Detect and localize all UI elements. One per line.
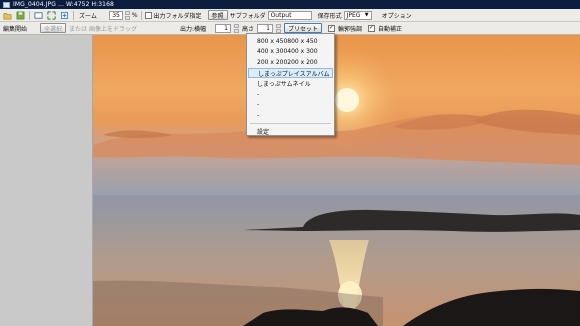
preset-item-empty-1[interactable]: -	[247, 89, 334, 100]
title-bar: IMG_0404.JPG ... W:4752 H:3168	[0, 0, 580, 9]
sharpen-checkbox[interactable]: ✓	[328, 24, 336, 32]
preset-item-thumbnail[interactable]: しまっぷサムネイル	[247, 78, 334, 89]
subfolder-input[interactable]: Output	[267, 10, 312, 20]
output-folder-checkbox-label: 出力フォルダ指定	[153, 12, 202, 20]
zoom-input[interactable]: 35	[108, 10, 123, 20]
sharpen-label: 輪郭強調	[338, 25, 363, 33]
output-folder-checkbox[interactable]	[144, 11, 152, 19]
save-format-value: JPEG	[346, 11, 361, 19]
save-format-label: 保存形式	[317, 12, 342, 20]
toolbar-separator	[140, 10, 142, 20]
auto-correct-label: 自動補正	[378, 25, 403, 33]
edit-start-label: 編集開始	[3, 25, 28, 33]
window-title: IMG_0404.JPG ... W:4752 H:3168	[13, 1, 114, 8]
height-spinner-arrows[interactable]	[276, 23, 281, 33]
fit-window-icon[interactable]	[33, 10, 44, 20]
preset-item-empty-3[interactable]: -	[247, 110, 334, 121]
actual-size-icon[interactable]	[59, 10, 70, 20]
save-icon[interactable]	[15, 10, 26, 20]
auto-correct-checkbox[interactable]: ✓	[368, 24, 376, 32]
height-label: 高さ	[241, 25, 254, 33]
chevron-down-icon: ▼	[364, 12, 369, 18]
browse-button[interactable]: 参照	[207, 10, 228, 20]
save-format-select[interactable]: JPEG ▼	[343, 10, 372, 20]
left-panel	[0, 35, 93, 326]
menu-separator	[250, 122, 331, 124]
width-spinner-arrows[interactable]	[233, 23, 239, 33]
zoom-unit: %	[131, 11, 138, 19]
open-folder-icon[interactable]	[2, 10, 13, 20]
preset-item-place-album[interactable]: しまっぷプレイスアルバム	[248, 67, 333, 79]
preset-dropdown-menu: 800 x 450800 x 450 400 x 300400 x 300 20…	[246, 33, 335, 136]
preset-item-200x200[interactable]: 200 x 200200 x 200	[247, 57, 334, 68]
expand-icon[interactable]	[46, 10, 57, 20]
zoom-spinner-arrows[interactable]	[124, 10, 130, 20]
preset-settings-item[interactable]: 設定	[247, 126, 334, 137]
subfolder-label: サブフォルダ	[229, 12, 266, 20]
app-icon	[3, 1, 10, 8]
image-canvas[interactable]	[93, 35, 580, 326]
output-width-label: 出力:横幅	[179, 25, 206, 33]
select-all-button[interactable]: 全選択	[40, 23, 67, 33]
main-toolbar: ズーム 35 % 出力フォルダ指定 参照 サブフォルダ Output 保存形式 …	[0, 9, 580, 22]
preset-item-400x300[interactable]: 400 x 300400 x 300	[247, 47, 334, 58]
preset-item-800x450[interactable]: 800 x 450800 x 450	[247, 36, 334, 47]
options-menu[interactable]: オプション	[382, 11, 412, 20]
preset-item-empty-2[interactable]: -	[247, 100, 334, 111]
toolbar-separator	[73, 10, 74, 20]
zoom-label: ズーム	[79, 12, 97, 20]
toolbar-separator	[29, 10, 30, 20]
preset-button[interactable]: プリセット	[284, 23, 323, 33]
drag-hint: または 画像上をドラッグ	[69, 25, 137, 33]
width-input[interactable]: 1	[214, 23, 231, 33]
sunset-photo	[93, 35, 580, 326]
height-input[interactable]: 1	[257, 23, 273, 33]
